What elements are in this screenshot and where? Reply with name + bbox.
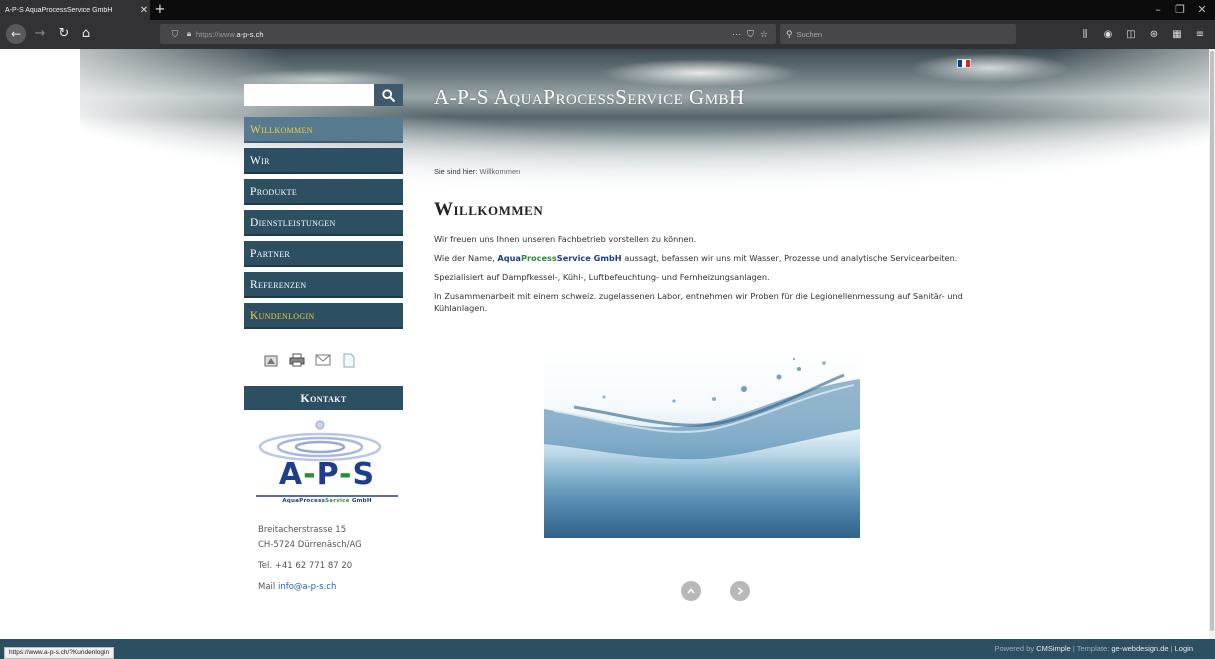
logo-subtitle: AquaProcessService GmbH (282, 498, 372, 504)
page-scrollbar[interactable] (1209, 49, 1215, 639)
browser-toolbar: ← → ↻ ⌂ ⛉ 🔒︎ https://www. a-p-s.ch ··· ⛉ … (0, 20, 1215, 49)
slideshow-controls (681, 581, 750, 601)
home-icon[interactable]: ⌂ (76, 24, 96, 44)
status-bar-url: https://www.a-p-s.ch/?Kundenlogin (4, 647, 115, 659)
main-menu: Willkommen Wir Produkte Dienstleistungen… (244, 117, 403, 334)
mail-label: Mail (258, 582, 278, 592)
mail-link[interactable]: info@a-p-s.ch (278, 582, 336, 592)
browser-tab-bar: A-P-S AquaProcessService GmbH ✕ + – ❐ ✕ (0, 0, 1215, 20)
forward-arrow-icon[interactable]: → (30, 24, 50, 44)
site-title: A-P-S AquaProcessService GmbH (434, 85, 745, 109)
contact-address: Breitacherstrasse 15 CH-5724 Dürrenäsch/… (258, 523, 362, 595)
menu-item-kundenlogin[interactable]: Kundenlogin (244, 303, 403, 329)
site-search-button[interactable] (374, 84, 403, 106)
pocket-icon[interactable]: ⛉ (747, 29, 754, 40)
menu-item-produkte[interactable]: Produkte (244, 179, 403, 205)
french-flag-icon[interactable] (957, 59, 971, 68)
menu-icon[interactable]: ≡ (1193, 29, 1207, 40)
back-arrow-icon[interactable]: ← (6, 24, 26, 44)
window-close-icon[interactable]: ✕ (1192, 1, 1212, 19)
url-prefix: https://www. (196, 29, 237, 39)
cmsimple-link[interactable]: CMSimple (1036, 644, 1071, 653)
next-page-button[interactable] (730, 581, 750, 601)
menu-item-wir[interactable]: Wir (244, 148, 403, 174)
page-actions-icon[interactable]: ··· (732, 29, 741, 40)
phone-number: Tel. +41 62 771 87 20 (258, 561, 353, 571)
paragraph-name: Wie der Name, AquaProcessService GmbH au… (434, 253, 958, 263)
water-splash-image (544, 349, 860, 538)
login-link[interactable]: Login (1175, 644, 1193, 653)
print-icon[interactable] (289, 352, 305, 368)
main-content: Wir freuen uns Ihnen unseren Fachbetrieb… (434, 234, 964, 322)
maximize-icon[interactable]: ❐ (1170, 1, 1190, 19)
chevron-up-icon (687, 588, 695, 594)
search-icon (382, 88, 395, 102)
logo-wordmark: A-P-S (278, 457, 376, 492)
tracking-shield-icon[interactable]: ⛉ (168, 29, 182, 40)
footer-credits: Powered by CMSimple | Template: ge-webde… (994, 644, 1193, 653)
breadcrumb-current: Willkommen (479, 167, 521, 176)
reload-icon[interactable]: ↻ (54, 24, 74, 44)
sitemap-icon[interactable] (263, 352, 279, 368)
template-link[interactable]: ge-webdesign.de (1111, 644, 1168, 653)
search-icon: ⚲ (786, 28, 793, 39)
page-icon[interactable] (341, 352, 357, 368)
paragraph-intro: Wir freuen uns Ihnen unseren Fachbetrieb… (434, 234, 697, 244)
new-tab-button[interactable]: + (153, 1, 167, 19)
paragraph-specialized: Spezialisiert auf Dampfkessel-, Kühl-, L… (434, 272, 770, 282)
close-tab-icon[interactable]: ✕ (138, 5, 150, 16)
browser-search-field[interactable]: ⚲ Suchen (780, 24, 1016, 44)
url-host: a-p-s.ch (236, 29, 264, 39)
minimize-icon[interactable]: – (1148, 1, 1168, 19)
company-logo: A-P-S AquaProcessService GmbH (254, 417, 400, 512)
bookmark-star-icon[interactable]: ☆ (760, 29, 768, 40)
lock-icon[interactable]: 🔒︎ (182, 29, 196, 39)
chevron-right-icon (737, 587, 744, 595)
menu-item-dienstleistungen[interactable]: Dienstleistungen (244, 210, 403, 236)
extension-icon[interactable]: ◉ (1101, 29, 1115, 40)
account-icon[interactable]: ⊛ (1147, 29, 1161, 40)
tool-icons (263, 352, 357, 368)
contact-heading: Kontakt (244, 386, 403, 410)
search-placeholder: Suchen (796, 29, 823, 39)
menu-item-partner[interactable]: Partner (244, 241, 403, 267)
library-icon[interactable]: ⫼ (1078, 29, 1092, 40)
sidebar-icon[interactable]: ◫ (1124, 29, 1138, 40)
address-street: Breitacherstrasse 15 (258, 525, 347, 535)
site-search (244, 84, 403, 106)
menu-item-willkommen[interactable]: Willkommen (244, 117, 403, 143)
page-viewport: A-P-S AquaProcessService GmbH Willkommen… (0, 49, 1209, 639)
menu-item-referenzen[interactable]: Referenzen (244, 272, 403, 298)
page-heading: Willkommen (434, 199, 544, 220)
tab-title: A-P-S AquaProcessService GmbH (5, 6, 113, 14)
grid-icon[interactable]: ▦ (1170, 29, 1184, 40)
breadcrumb-label: Sie sind hier: (434, 167, 478, 176)
paragraph-cooperation: In Zusammenarbeit mit einem schweiz. zug… (434, 291, 963, 313)
mail-icon[interactable] (315, 352, 331, 368)
scroll-up-button[interactable] (681, 581, 701, 601)
browser-tab[interactable]: A-P-S AquaProcessService GmbH ✕ (0, 0, 150, 20)
url-bar[interactable]: ⛉ 🔒︎ https://www. a-p-s.ch ··· ⛉ ☆ (160, 24, 776, 44)
address-city: CH-5724 Dürrenäsch/AG (258, 540, 362, 550)
site-search-input[interactable] (244, 84, 374, 106)
breadcrumb: Sie sind hier: Willkommen (434, 167, 520, 176)
page-footer: Powered by CMSimple | Template: ge-webde… (0, 639, 1215, 659)
